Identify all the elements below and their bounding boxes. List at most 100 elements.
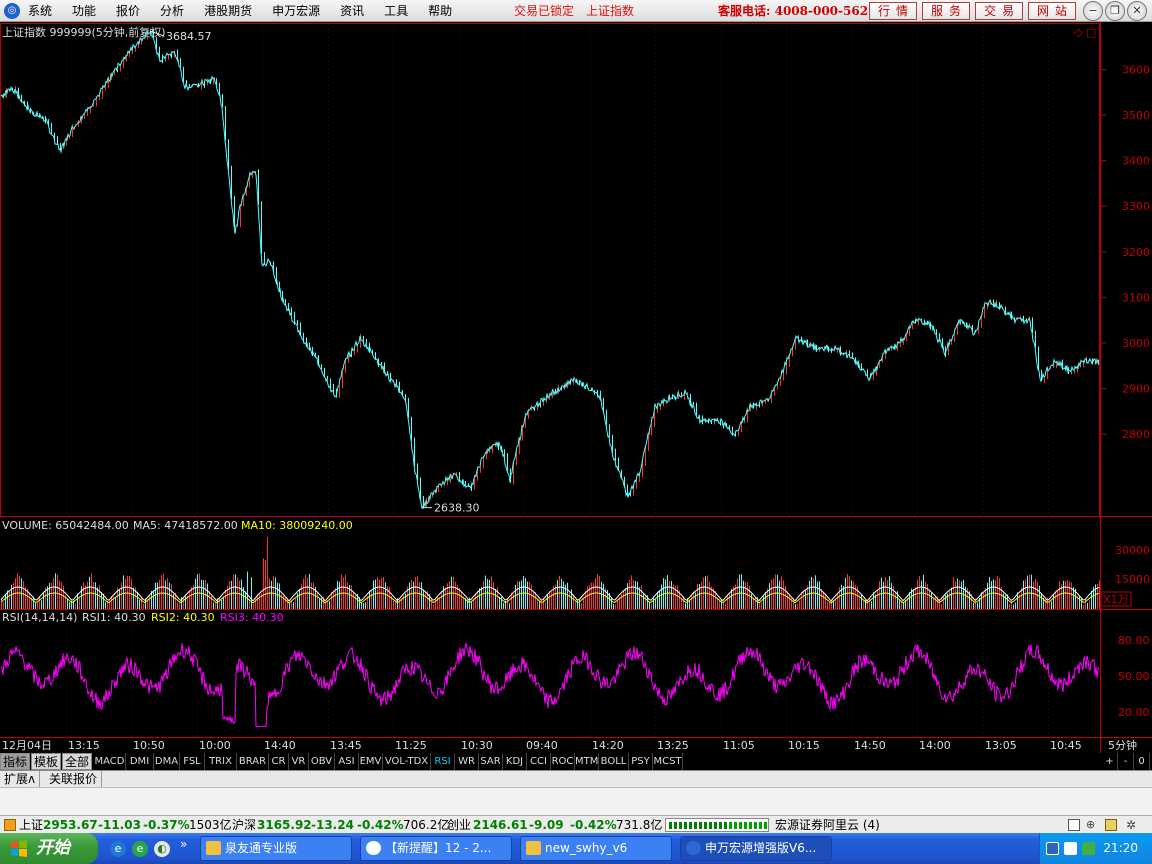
hs-index-pct: -0.42% xyxy=(357,818,404,832)
tab-indicator[interactable]: 指标 xyxy=(0,753,31,770)
indicator-tab-wr[interactable]: WR xyxy=(455,753,479,770)
price-axis-tick: 3300 xyxy=(1122,200,1150,213)
server-name[interactable]: 宏源证券阿里云 (4) xyxy=(775,816,880,834)
time-axis-tick: 10:30 xyxy=(461,739,493,752)
service-button[interactable]: 服务 xyxy=(922,2,970,20)
indicator-tab-trix[interactable]: TRIX xyxy=(205,753,237,770)
security-icon[interactable] xyxy=(1082,842,1095,855)
menu-news[interactable]: 资讯 xyxy=(330,0,374,22)
expand-tab[interactable]: 扩展ʌ xyxy=(0,771,41,787)
rsi-series-line xyxy=(0,642,1100,727)
ie-icon[interactable]: e xyxy=(110,841,126,857)
indicator-tab-boll[interactable]: BOLL xyxy=(599,753,629,770)
breadth-bar xyxy=(694,822,697,829)
indicator-tab-psy[interactable]: PSY xyxy=(629,753,653,770)
start-button[interactable]: 开始 xyxy=(0,833,98,864)
panel-maximize-icon[interactable]: □ xyxy=(1086,26,1096,39)
zoom-in-button[interactable]: + xyxy=(1102,753,1118,770)
restore-icon[interactable]: ❐ xyxy=(1105,1,1125,21)
website-button[interactable]: 网站 xyxy=(1028,2,1076,20)
task-swhy-enhanced[interactable]: 申万宏源增强版V6... xyxy=(680,836,832,861)
tab-all[interactable]: 全部 xyxy=(62,753,93,770)
time-axis-tick: 10:45 xyxy=(1050,739,1082,752)
cy-index-name[interactable]: 创业 xyxy=(447,816,471,834)
indicator-tab-kdj[interactable]: KDJ xyxy=(503,753,527,770)
sh-index-name[interactable]: 上证 xyxy=(19,816,43,834)
time-axis-tick: 09:40 xyxy=(526,739,558,752)
indicator-tab-vol-tdx[interactable]: VOL-TDX xyxy=(383,753,431,770)
indicator-tab-obv[interactable]: OBV xyxy=(309,753,335,770)
breadth-bar xyxy=(689,822,692,829)
rsi-axis-tick: 80.00 xyxy=(1118,634,1150,647)
hs-index-amount: 706.2亿 xyxy=(403,818,450,832)
indicator-tab-cci[interactable]: CCI xyxy=(527,753,551,770)
rsi1-label: RSI1: 40.30 xyxy=(82,611,146,624)
indicator-tab-emv[interactable]: EMV xyxy=(359,753,383,770)
indicator-tab-vr[interactable]: VR xyxy=(289,753,309,770)
settings-icon[interactable]: ✲ xyxy=(1126,816,1136,834)
time-axis-tick: 13:25 xyxy=(657,739,689,752)
time-axis: 12月04日 13:15 10:50 10:00 14:40 13:45 11:25 10:3… xyxy=(2,739,1082,752)
menu-system[interactable]: 系统 xyxy=(26,0,62,22)
menu-quote[interactable]: 报价 xyxy=(106,0,150,22)
tab-template[interactable]: 模板 xyxy=(31,753,62,770)
related-quote-tab[interactable]: 关联报价 xyxy=(45,771,103,787)
task-new-reminder[interactable]: 【新提醒】12 - 2... xyxy=(360,836,512,861)
task-new-swhy-v6[interactable]: new_swhy_v6 xyxy=(520,836,672,861)
volume-ma10-label: MA10: 38009240.00 xyxy=(241,519,353,532)
market-button[interactable]: 行情 xyxy=(869,2,917,20)
time-axis-tick: 10:15 xyxy=(788,739,820,752)
trade-lock-status[interactable]: 交易已锁定 xyxy=(514,2,574,19)
indicator-tab-sar[interactable]: SAR xyxy=(479,753,503,770)
quicklaunch-expand-icon[interactable]: » xyxy=(180,837,187,851)
trade-button[interactable]: 交易 xyxy=(975,2,1023,20)
menu-hk-futures[interactable]: 港股期货 xyxy=(194,0,262,22)
volume-unit-label: X1万 xyxy=(1103,593,1129,606)
zoom-out-button[interactable]: - xyxy=(1118,753,1134,770)
indicator-tab-brar[interactable]: BRAR xyxy=(237,753,269,770)
kline-chart[interactable]: 上证指数 999999(5分钟,前复权) ◇ □ 3600 3500 3400 330… xyxy=(0,22,1152,753)
period-label[interactable]: 5分钟 xyxy=(1108,738,1137,752)
show-desktop-icon[interactable]: ◐ xyxy=(154,841,170,857)
indicator-tab-fsl[interactable]: FSL xyxy=(180,753,205,770)
rsi2-label: RSI2: 40.30 xyxy=(151,611,215,624)
browser-icon[interactable]: e xyxy=(132,841,148,857)
close-icon[interactable]: ✕ xyxy=(1127,1,1147,21)
indicator-tab-mtm[interactable]: MTM xyxy=(575,753,599,770)
volume-label: VOLUME: 65042484.00 xyxy=(2,519,129,532)
menu-help[interactable]: 帮助 xyxy=(418,0,462,22)
indicator-tab-roc[interactable]: ROC xyxy=(551,753,575,770)
high-price-label: 3684.57 xyxy=(166,30,212,43)
indicator-tab-macd[interactable]: MACD xyxy=(94,753,126,770)
indicator-tab-dma[interactable]: DMA xyxy=(154,753,180,770)
indicator-tab-bar: 指标 模板 全部 MACD DMI DMA FSL TRIX BRAR CR VR OBV ASI… xyxy=(0,753,1152,770)
indicator-tab-cr[interactable]: CR xyxy=(269,753,289,770)
indicator-tab-mcst[interactable]: MCST xyxy=(653,753,683,770)
indicator-tab-rsi[interactable]: RSI xyxy=(431,753,455,770)
volume-icon[interactable] xyxy=(1064,842,1077,855)
indicator-tab-dmi[interactable]: DMI xyxy=(126,753,154,770)
zoom-reset-button[interactable]: 0 xyxy=(1134,753,1150,770)
network-icon[interactable] xyxy=(1046,842,1059,855)
rsi-axis-tick: 20.00 xyxy=(1118,706,1150,719)
breadth-bar xyxy=(709,822,712,829)
window-layout-icon[interactable] xyxy=(1068,819,1080,831)
task-quanyoutong[interactable]: 泉友通专业版 xyxy=(200,836,352,861)
minimize-icon[interactable]: − xyxy=(1083,1,1103,21)
notify-icon[interactable] xyxy=(1105,819,1117,831)
breadth-bar xyxy=(749,822,752,829)
indicator-tab-asi[interactable]: ASI xyxy=(335,753,359,770)
menu-swhy[interactable]: 申万宏源 xyxy=(262,0,330,22)
low-price-label: 2638.30 xyxy=(434,502,480,515)
current-index-link[interactable]: 上证指数 xyxy=(586,2,634,19)
breadth-bar xyxy=(744,822,747,829)
breadth-bar xyxy=(759,822,762,829)
time-axis-tick: 14:20 xyxy=(592,739,624,752)
hs-index-name[interactable]: 沪深 xyxy=(232,816,256,834)
panel-toggle-icon[interactable]: ◇ xyxy=(1074,26,1083,39)
menu-function[interactable]: 功能 xyxy=(62,0,106,22)
cy-index-change: -9.09 xyxy=(529,818,564,832)
menu-tools[interactable]: 工具 xyxy=(374,0,418,22)
volume-ma5-label: MA5: 47418572.00 xyxy=(133,519,238,532)
menu-analysis[interactable]: 分析 xyxy=(150,0,194,22)
